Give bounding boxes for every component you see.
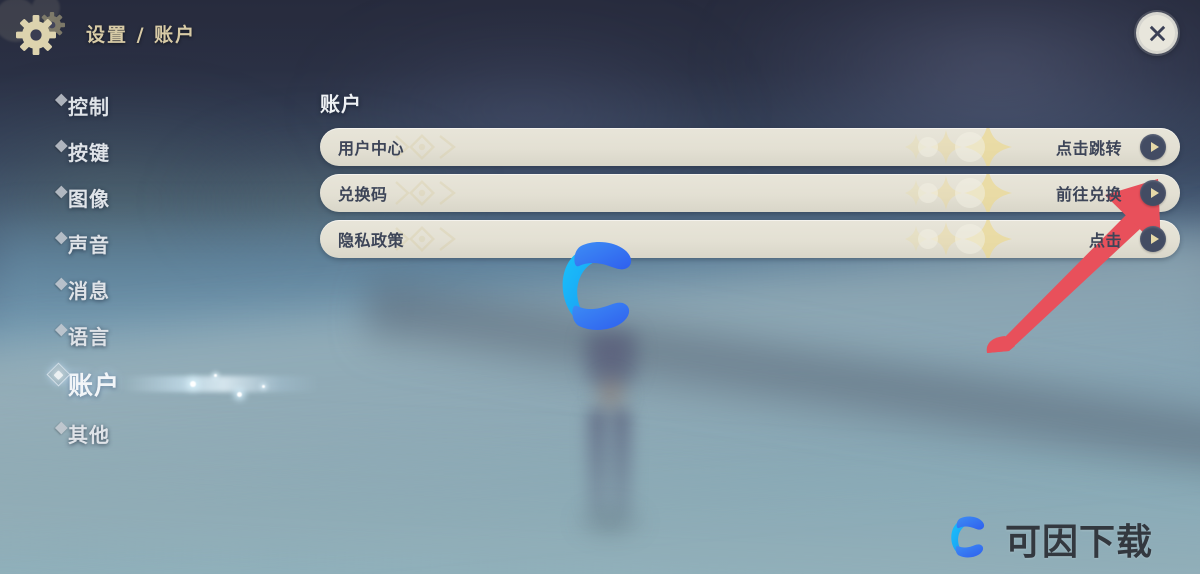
sidebar-item-label: 按键 (68, 140, 110, 165)
row-ornament-left (392, 174, 562, 212)
sidebar-item-label: 其他 (68, 422, 110, 447)
sparkle-icon (190, 380, 196, 387)
sidebar-item-label: 控制 (68, 94, 110, 119)
sidebar-item-language[interactable]: 语言 (0, 312, 260, 358)
diamond-bullet-icon (46, 362, 71, 387)
row-action-label: 前往兑换 (1055, 185, 1122, 204)
sidebar-item-label: 声音 (68, 232, 110, 257)
diamond-bullet-icon (54, 231, 68, 245)
settings-gear-icon (14, 11, 70, 55)
diamond-bullet-icon (54, 277, 68, 291)
row-label: 兑换码 (338, 185, 388, 204)
row-label: 隐私政策 (338, 231, 405, 250)
sparkle-icon (237, 392, 242, 398)
chevron-right-icon[interactable] (1140, 134, 1166, 160)
row-ornament-left (392, 220, 562, 258)
breadcrumb[interactable]: 设置 / 账户 (86, 20, 196, 47)
settings-sidebar: 控制 按键 图像 声音 消息 语言 账户 其他 (0, 82, 320, 456)
row-ornament-sparkles (860, 220, 1100, 258)
diamond-bullet-icon (54, 185, 68, 199)
diamond-bullet-icon (54, 93, 68, 107)
row-ornament-left (392, 128, 562, 166)
diamond-bullet-icon (54, 323, 68, 337)
table-row[interactable]: 隐私政策 点击 (320, 220, 1180, 258)
table-row[interactable]: 兑换码 前往兑换 (320, 174, 1180, 212)
sidebar-item-label: 语言 (68, 324, 110, 349)
chevron-right-icon[interactable] (1140, 226, 1166, 252)
sidebar-item-keys[interactable]: 按键 (0, 128, 260, 174)
sidebar-item-account[interactable]: 账户 (0, 358, 320, 410)
table-row[interactable]: 用户中心 点击跳转 (320, 128, 1180, 166)
sidebar-item-label: 账户 (68, 371, 121, 400)
diamond-bullet-icon (54, 421, 68, 435)
sidebar-item-graphics[interactable]: 图像 (0, 174, 260, 220)
sidebar-item-label: 消息 (68, 278, 110, 303)
account-settings-panel: 账户 用户中心 点击跳转 兑换码 前往兑换 隐私政策 点击 (320, 88, 1180, 266)
row-action-label: 点击 (1088, 231, 1122, 250)
title-bar: 设置 / 账户 (0, 0, 1200, 66)
sidebar-item-label: 图像 (68, 186, 110, 211)
sidebar-item-messages[interactable]: 消息 (0, 266, 260, 312)
chevron-right-icon[interactable] (1140, 180, 1166, 206)
row-action-label: 点击跳转 (1055, 139, 1122, 158)
sidebar-item-other[interactable]: 其他 (0, 410, 260, 456)
sidebar-item-audio[interactable]: 声音 (0, 220, 260, 266)
close-icon (1149, 25, 1165, 41)
close-button[interactable] (1136, 12, 1178, 54)
sidebar-item-control[interactable]: 控制 (0, 82, 260, 128)
page-title: 账户 (320, 92, 362, 116)
sparkle-icon (214, 373, 217, 377)
diamond-bullet-icon (54, 139, 68, 153)
row-label: 用户中心 (338, 139, 405, 158)
